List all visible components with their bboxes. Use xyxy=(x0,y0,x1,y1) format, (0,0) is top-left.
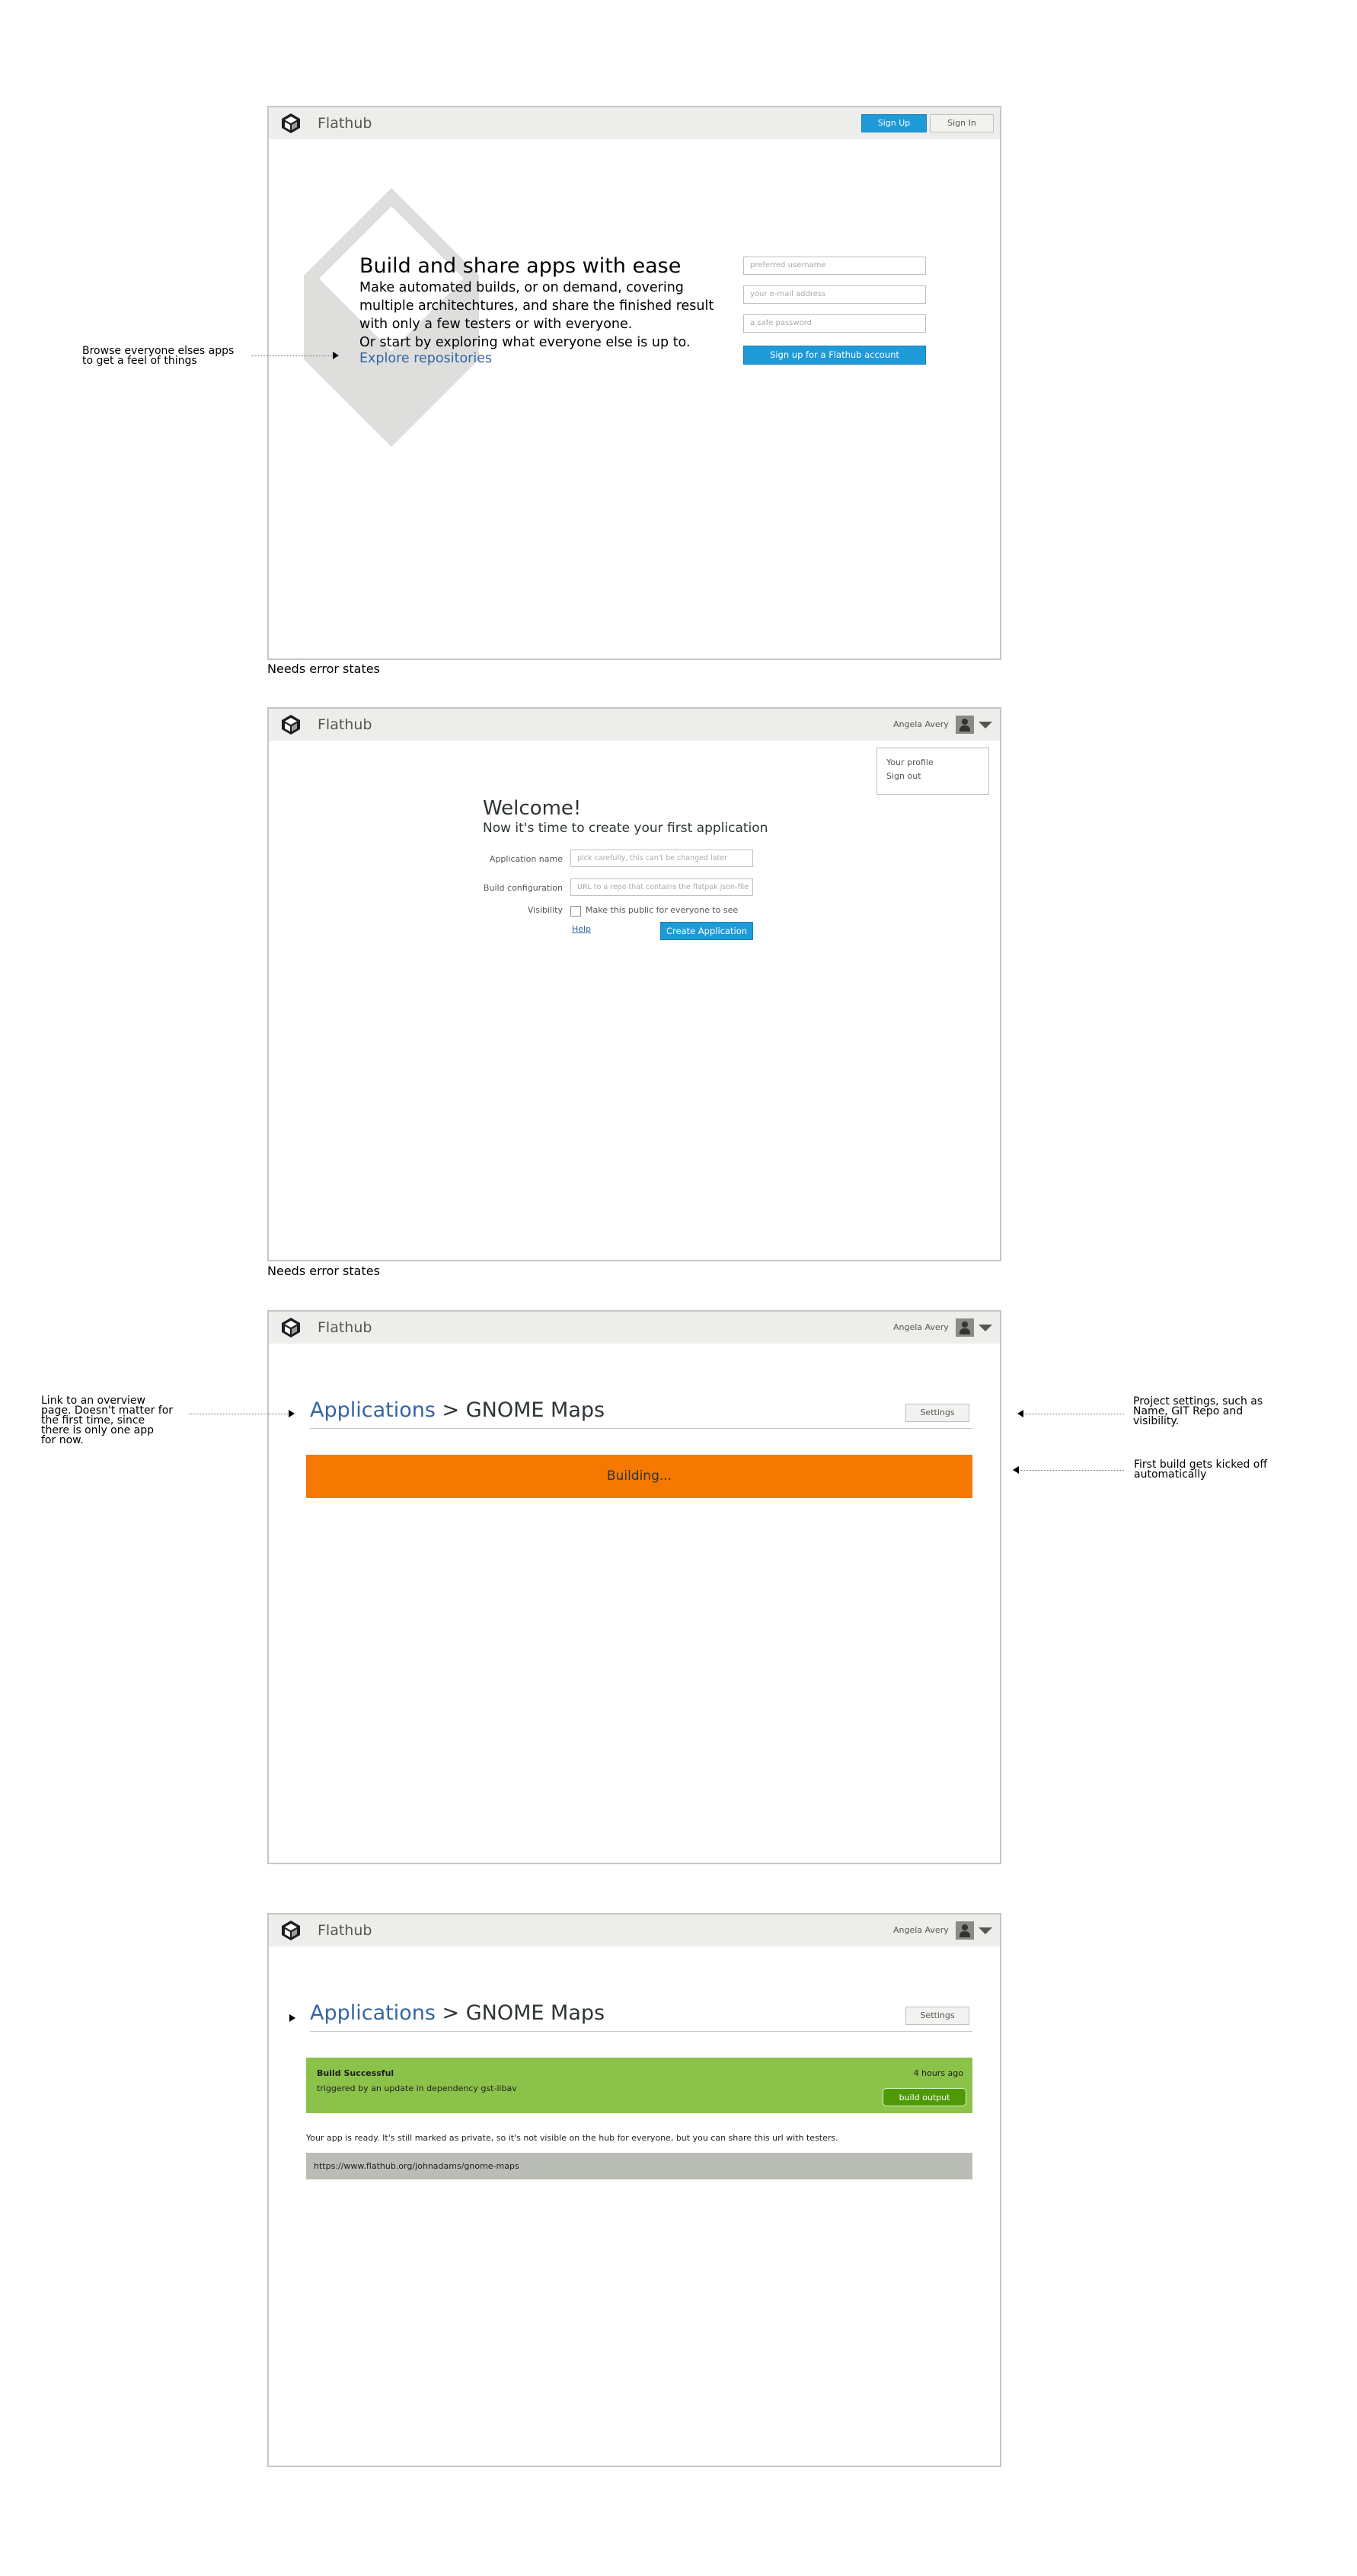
menu-item-profile[interactable]: Your profile xyxy=(886,757,934,767)
user-menu: Your profile Sign out xyxy=(876,748,989,795)
hero-description: Make automated builds, or on demand, cov… xyxy=(359,279,714,352)
page-subtitle: Now it's time to create your first appli… xyxy=(483,821,768,836)
app-name-input[interactable]: pick carefully, this can't be changed la… xyxy=(570,850,753,867)
share-url-field[interactable]: https://www.flathub.org/johnadams/gnome-… xyxy=(306,2153,972,2179)
build-success-screen: Flathub Angela Avery Applications > GNOM… xyxy=(267,1913,1001,2467)
explore-repositories-link[interactable]: Explore repositories xyxy=(359,351,492,366)
brand-name: Flathub xyxy=(318,716,372,733)
arrow-right-icon xyxy=(289,2014,295,2022)
breadcrumb-applications-link[interactable]: Applications xyxy=(310,2001,436,2025)
arrow-right-icon xyxy=(333,352,339,359)
annotation-connector xyxy=(251,355,334,356)
visibility-label: Visibility xyxy=(527,905,563,915)
user-name[interactable]: Angela Avery xyxy=(893,719,949,729)
email-input[interactable]: your e-mail address xyxy=(743,285,926,304)
header-bar: Flathub Angela Avery xyxy=(269,1312,1000,1344)
chevron-down-icon[interactable] xyxy=(979,722,992,728)
checkbox-icon[interactable] xyxy=(570,906,581,917)
avatar-icon[interactable] xyxy=(956,716,974,734)
annotation-line: for now. xyxy=(41,1434,84,1446)
flathub-logo-icon xyxy=(282,113,300,133)
welcome-screen: Flathub Angela Avery Your profile Sign o… xyxy=(267,707,1001,1261)
annotation-browse: Browse everyone elses apps to get a feel… xyxy=(82,346,234,366)
annotation-line: visibility. xyxy=(1133,1415,1180,1427)
avatar-icon[interactable] xyxy=(956,1318,974,1337)
breadcrumb: Applications > GNOME Maps xyxy=(310,1398,605,1422)
app-name-label: Application name xyxy=(489,854,563,864)
flathub-logo-icon xyxy=(282,715,300,735)
build-config-input[interactable]: URL to a repo that contains the flatpak … xyxy=(570,878,753,896)
ready-message: Your app is ready. It's still marked as … xyxy=(306,2133,838,2143)
brand-name: Flathub xyxy=(318,1922,372,1939)
divider xyxy=(310,2031,972,2032)
user-name[interactable]: Angela Avery xyxy=(893,1322,949,1332)
sign-in-button[interactable]: Sign In xyxy=(930,114,994,132)
footer-note: Needs error states xyxy=(267,662,380,676)
annotation-overview: Link to an overview page. Doesn't matter… xyxy=(41,1395,173,1446)
building-screen: Flathub Angela Avery Applications > GNOM… xyxy=(267,1310,1001,1864)
settings-button[interactable]: Settings xyxy=(905,1404,969,1422)
build-status-banner: Building... xyxy=(306,1455,972,1498)
visibility-checkbox-label[interactable]: Make this public for everyone to see xyxy=(586,905,738,915)
username-input[interactable]: preferred username xyxy=(743,257,926,275)
header-bar: Flathub Sign Up Sign In xyxy=(269,107,1000,139)
annotation-line: automatically xyxy=(1134,1468,1207,1481)
avatar-icon[interactable] xyxy=(956,1921,974,1940)
build-output-button[interactable]: build output xyxy=(883,2088,966,2106)
create-account-button[interactable]: Sign up for a Flathub account xyxy=(743,346,926,365)
brand-name: Flathub xyxy=(318,115,372,132)
brand-name: Flathub xyxy=(318,1319,372,1336)
arrow-left-icon xyxy=(1013,1466,1019,1474)
arrow-left-icon xyxy=(1017,1410,1023,1417)
chevron-down-icon[interactable] xyxy=(979,1927,992,1934)
breadcrumb-current: > GNOME Maps xyxy=(435,1398,605,1422)
breadcrumb-current: > GNOME Maps xyxy=(435,2001,605,2025)
hero-line: multiple architechtures, and share the f… xyxy=(359,298,714,314)
hero-headline: Build and share apps with ease xyxy=(359,254,682,278)
hero-line: with only a few testers or with everyone… xyxy=(359,317,633,332)
build-result-card: Build Successful triggered by an update … xyxy=(306,2058,972,2113)
page-title: Welcome! xyxy=(483,797,582,820)
footer-note: Needs error states xyxy=(267,1264,380,1278)
build-status: Build Successful xyxy=(317,2068,394,2078)
header-bar: Flathub Angela Avery xyxy=(269,1914,1000,1946)
arrow-right-icon xyxy=(289,1410,295,1417)
create-application-button[interactable]: Create Application xyxy=(660,922,753,940)
hero-line: Or start by exploring what everyone else… xyxy=(359,335,691,350)
annotation-connector xyxy=(1020,1470,1124,1471)
breadcrumb-applications-link[interactable]: Applications xyxy=(310,1398,436,1422)
password-input[interactable]: a safe password xyxy=(743,314,926,333)
annotation-line: to get a feel of things xyxy=(82,355,197,367)
user-name[interactable]: Angela Avery xyxy=(893,1925,949,1935)
build-time: 4 hours ago xyxy=(913,2068,963,2078)
hero-line: Make automated builds, or on demand, cov… xyxy=(359,280,684,295)
flathub-logo-icon xyxy=(282,1318,300,1337)
settings-button[interactable]: Settings xyxy=(905,2007,969,2025)
signup-screen: Flathub Sign Up Sign In Build and share … xyxy=(267,106,1001,660)
annotation-first-build: First build gets kicked off automaticall… xyxy=(1134,1459,1267,1481)
header-bar: Flathub Angela Avery xyxy=(269,709,1000,741)
build-config-label: Build configuration xyxy=(483,883,563,893)
build-trigger: triggered by an update in dependency gst… xyxy=(317,2083,517,2093)
breadcrumb: Applications > GNOME Maps xyxy=(310,2001,605,2025)
chevron-down-icon[interactable] xyxy=(979,1325,992,1331)
flathub-logo-icon xyxy=(282,1921,300,1940)
menu-item-sign-out[interactable]: Sign out xyxy=(886,771,921,781)
help-link[interactable]: Help xyxy=(572,924,591,934)
annotation-settings: Project settings, such as Name, GIT Repo… xyxy=(1133,1396,1263,1427)
sign-up-button[interactable]: Sign Up xyxy=(861,114,927,132)
divider xyxy=(310,1428,972,1429)
